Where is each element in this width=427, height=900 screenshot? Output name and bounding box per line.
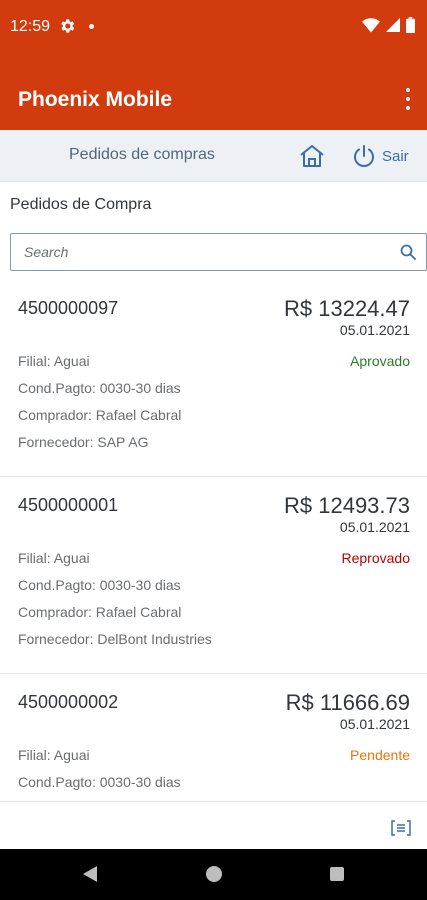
wifi-icon [362,18,380,33]
order-amount: R$ 11666.69 [285,690,410,715]
battery-icon [406,17,415,33]
back-icon[interactable] [83,866,97,882]
search-input[interactable] [11,234,391,270]
list-view-icon[interactable] [391,820,411,836]
home-icon[interactable] [298,142,326,170]
list-item[interactable]: 4500000097 R$ 13224.47 05.01.2021 Aprova… [0,280,427,477]
order-filial: Filial: Aguai [18,747,90,763]
order-date: 05.01.2021 [339,716,410,732]
search-field [10,233,427,271]
gear-icon [61,19,75,33]
list-item[interactable]: 4500000001 R$ 12493.73 05.01.2021 Reprov… [0,477,427,674]
recents-icon[interactable] [330,867,344,881]
order-filial: Filial: Aguai [18,550,90,566]
order-amount: R$ 13224.47 [284,296,410,321]
order-cond-pagto: Cond.Pagto: 0030-30 dias [18,774,181,790]
logout-button[interactable]: Sair [352,142,409,170]
status-icons [362,17,415,33]
app-bar: Phoenix Mobile [0,56,427,130]
order-filial: Filial: Aguai [18,353,90,369]
order-amount: R$ 12493.73 [284,493,410,518]
power-icon [354,145,374,167]
shell-title: Pedidos de compras [69,146,215,163]
system-nav-bar [0,849,427,900]
status-time: 12:59 [10,18,51,35]
more-vertical-icon[interactable] [403,88,413,110]
footer-toolbar [0,801,427,849]
order-fornecedor: Fornecedor: SAP AG [18,434,149,450]
order-fornecedor: Fornecedor: DelBont Industries [18,631,212,647]
order-date: 05.01.2021 [339,519,410,535]
list-item[interactable]: 4500000002 R$ 11666.69 05.01.2021 Penden… [0,674,427,800]
order-number: 4500000002 [18,692,119,712]
status-badge: Pendente [350,747,410,763]
order-date: 05.01.2021 [339,322,410,338]
order-number: 4500000001 [18,495,119,515]
app-title: Phoenix Mobile [18,88,173,111]
status-bar: 12:59 [0,0,427,56]
shell-bar: Pedidos de compras Sair [0,130,427,182]
logout-label: Sair [382,147,409,165]
notification-dot-icon [89,24,94,29]
order-list: 4500000097 R$ 13224.47 05.01.2021 Aprova… [0,280,427,800]
order-comprador: Comprador: Rafael Cabral [18,604,182,620]
status-badge: Reprovado [341,550,411,566]
order-comprador: Comprador: Rafael Cabral [18,407,182,423]
order-cond-pagto: Cond.Pagto: 0030-30 dias [18,577,181,593]
status-badge: Aprovado [350,353,410,369]
order-cond-pagto: Cond.Pagto: 0030-30 dias [18,380,181,396]
order-number: 4500000097 [18,298,119,318]
home-circle-icon[interactable] [206,866,222,882]
search-icon[interactable] [400,244,416,260]
page-heading: Pedidos de Compra [10,196,152,213]
signal-icon [386,18,400,32]
